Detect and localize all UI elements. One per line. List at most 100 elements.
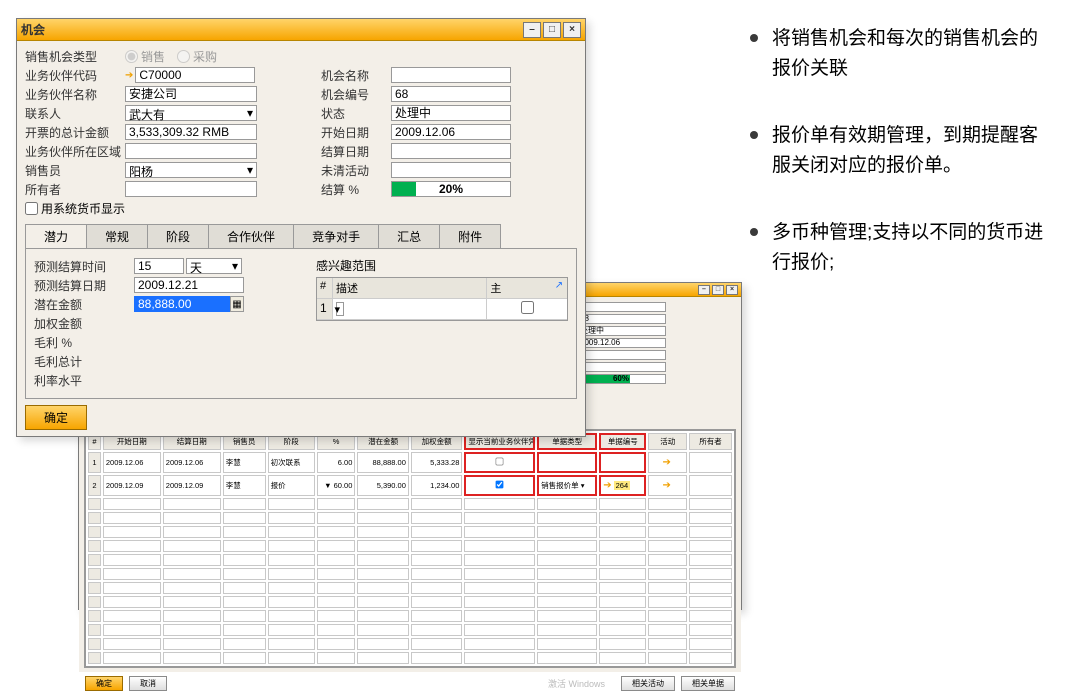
minimize-icon[interactable]: –	[523, 22, 541, 38]
notes-panel: 将销售机会和每次的销售机会的报价关联 报价单有效期管理，到期提醒客服关闭对应的报…	[750, 24, 1050, 314]
label: 预测结算日期	[34, 277, 134, 294]
opportunity-window-potential: 机会 – □ × 销售机会类型 销售 采购 业务伙伴代码➔C70000 业务伙伴…	[16, 18, 586, 437]
label: 结算日期	[321, 143, 391, 160]
open-act-field	[576, 362, 666, 372]
label: 利率水平	[34, 372, 134, 389]
status-field: 处理中	[576, 326, 666, 336]
linkarrow-icon[interactable]: ➔	[603, 480, 611, 491]
tab-stages[interactable]: 阶段	[147, 224, 209, 248]
table-row[interactable]	[88, 582, 732, 594]
ok-button[interactable]: 确定	[25, 405, 87, 430]
opp-no-field: 68	[391, 86, 511, 102]
note-item: 报价单有效期管理，到期提醒客服关闭对应的报价单。	[750, 121, 1050, 182]
open-act-field	[391, 162, 511, 178]
start-date-field[interactable]: 2009.12.06	[391, 124, 511, 140]
label: 结算 %	[321, 181, 391, 198]
opp-name-field[interactable]	[576, 302, 666, 312]
bp-name-field[interactable]: 安捷公司	[125, 86, 257, 102]
label: 开票的总计金额	[25, 124, 125, 141]
maximize-icon[interactable]: □	[543, 22, 561, 38]
label: 状态	[321, 105, 391, 122]
salesrep-select[interactable]: 阳杨	[125, 162, 257, 178]
label: 业务伙伴所在区域	[25, 143, 125, 160]
table-row[interactable]	[88, 498, 732, 510]
est-close-unit-select[interactable]: 天	[186, 258, 242, 274]
close-date-field[interactable]	[576, 350, 666, 360]
watermark: 激活 Windows	[548, 677, 605, 690]
invoice-total-field: 3,533,309.32 RMB	[125, 124, 257, 140]
table-row[interactable]	[88, 638, 732, 650]
tab-partners[interactable]: 合作伙伴	[208, 224, 294, 248]
label: 业务伙伴代码	[25, 67, 125, 84]
stages-table[interactable]: # 开始日期 结算日期 销售员 阶段 % 潜在金额 加权金额 显示当前业务伙伴凭…	[85, 430, 735, 667]
label: 毛利总计	[34, 353, 134, 370]
table-row[interactable]	[88, 610, 732, 622]
potential-amount-field[interactable]: 88,888.00	[134, 296, 230, 312]
start-date-field[interactable]: 2009.12.06	[576, 338, 666, 348]
radio-sales[interactable]: 销售	[125, 48, 165, 65]
tab-general[interactable]: 常规	[86, 224, 148, 248]
closure-percent: 20%	[391, 181, 511, 197]
table-row[interactable]	[88, 624, 732, 636]
activity-link-icon[interactable]: ➔	[663, 457, 671, 468]
label: 所有者	[25, 181, 125, 198]
est-close-time-field[interactable]: 15	[134, 258, 184, 274]
table-row[interactable]: 2 2009.12.09 2009.12.09 李慧 报价 ▼ 60.00 5,…	[88, 475, 732, 496]
label: 开始日期	[321, 124, 391, 141]
table-row[interactable]	[88, 596, 732, 608]
table-row[interactable]	[88, 652, 732, 664]
tab-potential[interactable]: 潜力	[25, 224, 87, 248]
label: 机会编号	[321, 86, 391, 103]
tabs: 潜力 常规 阶段 合作伙伴 竞争对手 汇总 附件	[25, 224, 577, 249]
opp-name-field[interactable]	[391, 67, 511, 83]
owner-field[interactable]	[125, 181, 257, 197]
table-row[interactable]	[88, 568, 732, 580]
note-item: 将销售机会和每次的销售机会的报价关联	[750, 24, 1050, 85]
interest-grid[interactable]: ↗ # 描述 主 1	[316, 277, 568, 321]
table-row[interactable]	[88, 554, 732, 566]
close-icon[interactable]: ×	[563, 22, 581, 38]
expand-icon[interactable]: ↗	[553, 280, 565, 292]
system-ccy-checkbox[interactable]: 用系统货币显示	[25, 200, 125, 217]
activity-link-icon[interactable]: ➔	[663, 480, 671, 491]
linkarrow-icon[interactable]: ➔	[125, 70, 133, 81]
label: 加权金额	[34, 315, 134, 332]
label: 机会名称	[321, 67, 391, 84]
tab-attachments[interactable]: 附件	[439, 224, 501, 248]
lookup-icon[interactable]: ▦	[230, 296, 244, 312]
cancel-button[interactable]: 取消	[129, 676, 167, 691]
opp-no-field: 68	[576, 314, 666, 324]
label: 未清活动	[321, 162, 391, 179]
radio-purchase[interactable]: 采购	[177, 48, 217, 65]
close-date-field[interactable]	[391, 143, 511, 159]
close-icon[interactable]: ×	[726, 285, 738, 295]
table-row[interactable]	[88, 540, 732, 552]
label: 销售机会类型	[25, 48, 125, 65]
est-close-date-field[interactable]: 2009.12.21	[134, 277, 244, 293]
label: 预测结算时间	[34, 258, 134, 275]
region-field[interactable]	[125, 143, 257, 159]
related-activity-button[interactable]: 相关活动	[621, 676, 675, 691]
label: 联系人	[25, 105, 125, 122]
status-field: 处理中	[391, 105, 511, 121]
label: 毛利 %	[34, 334, 134, 351]
titlebar[interactable]: 机会 – □ ×	[17, 19, 585, 41]
bp-code-field[interactable]: C70000	[135, 67, 255, 83]
show-doc-checkbox[interactable]	[496, 458, 504, 466]
primary-checkbox[interactable]	[521, 301, 534, 314]
tab-summary[interactable]: 汇总	[378, 224, 440, 248]
table-row[interactable]	[88, 512, 732, 524]
window-title: 机会	[21, 21, 523, 38]
ok-button[interactable]: 确定	[85, 676, 123, 691]
label: 潜在金额	[34, 296, 134, 313]
closure-percent: 60%	[576, 374, 666, 384]
table-row[interactable]: 1 2009.12.06 2009.12.06 李慧 初次联系 6.00 88,…	[88, 452, 732, 473]
minimize-icon[interactable]: –	[698, 285, 710, 295]
contact-select[interactable]: 武大有	[125, 105, 257, 121]
table-row[interactable]	[88, 526, 732, 538]
desc-select[interactable]	[336, 302, 344, 316]
show-doc-checkbox[interactable]	[496, 481, 504, 489]
maximize-icon[interactable]: □	[712, 285, 724, 295]
tab-competitors[interactable]: 竞争对手	[293, 224, 379, 248]
related-doc-button[interactable]: 相关单据	[681, 676, 735, 691]
